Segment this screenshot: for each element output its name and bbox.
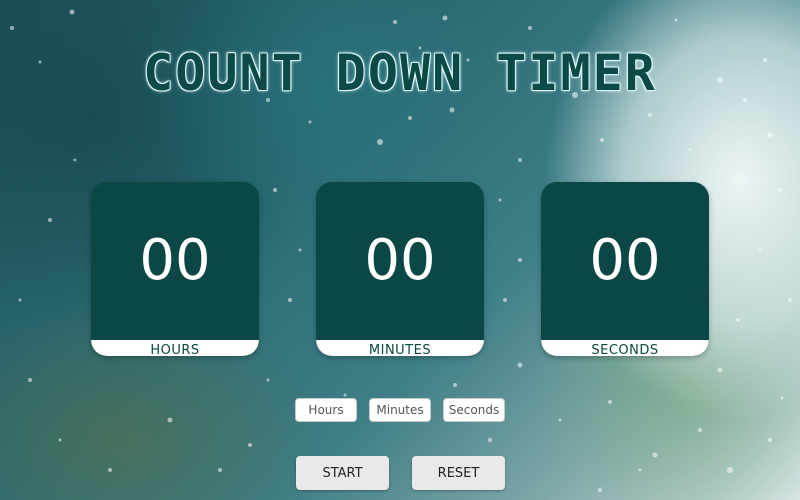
seconds-label-bar: SECONDS [541, 340, 709, 356]
seconds-label: SECONDS [591, 343, 659, 356]
page-title: COUNT DOWN TIMER [143, 44, 657, 102]
minutes-label-bar: MINUTES [316, 340, 484, 356]
seconds-input[interactable] [443, 398, 505, 422]
time-input-row [0, 398, 800, 424]
hours-input[interactable] [295, 398, 357, 422]
seconds-value: 00 [589, 228, 661, 293]
minutes-display-card: 00 MINUTES [316, 182, 484, 356]
hours-value: 00 [139, 228, 211, 293]
hours-display-card: 00 HOURS [91, 182, 259, 356]
minutes-input[interactable] [369, 398, 431, 422]
hours-label: HOURS [150, 343, 200, 356]
minutes-value: 00 [364, 228, 436, 293]
minutes-label: MINUTES [368, 343, 432, 356]
hours-label-bar: HOURS [91, 340, 259, 356]
seconds-display-card: 00 SECONDS [541, 182, 709, 356]
start-button[interactable]: START [296, 456, 389, 490]
reset-button[interactable]: RESET [412, 456, 505, 490]
